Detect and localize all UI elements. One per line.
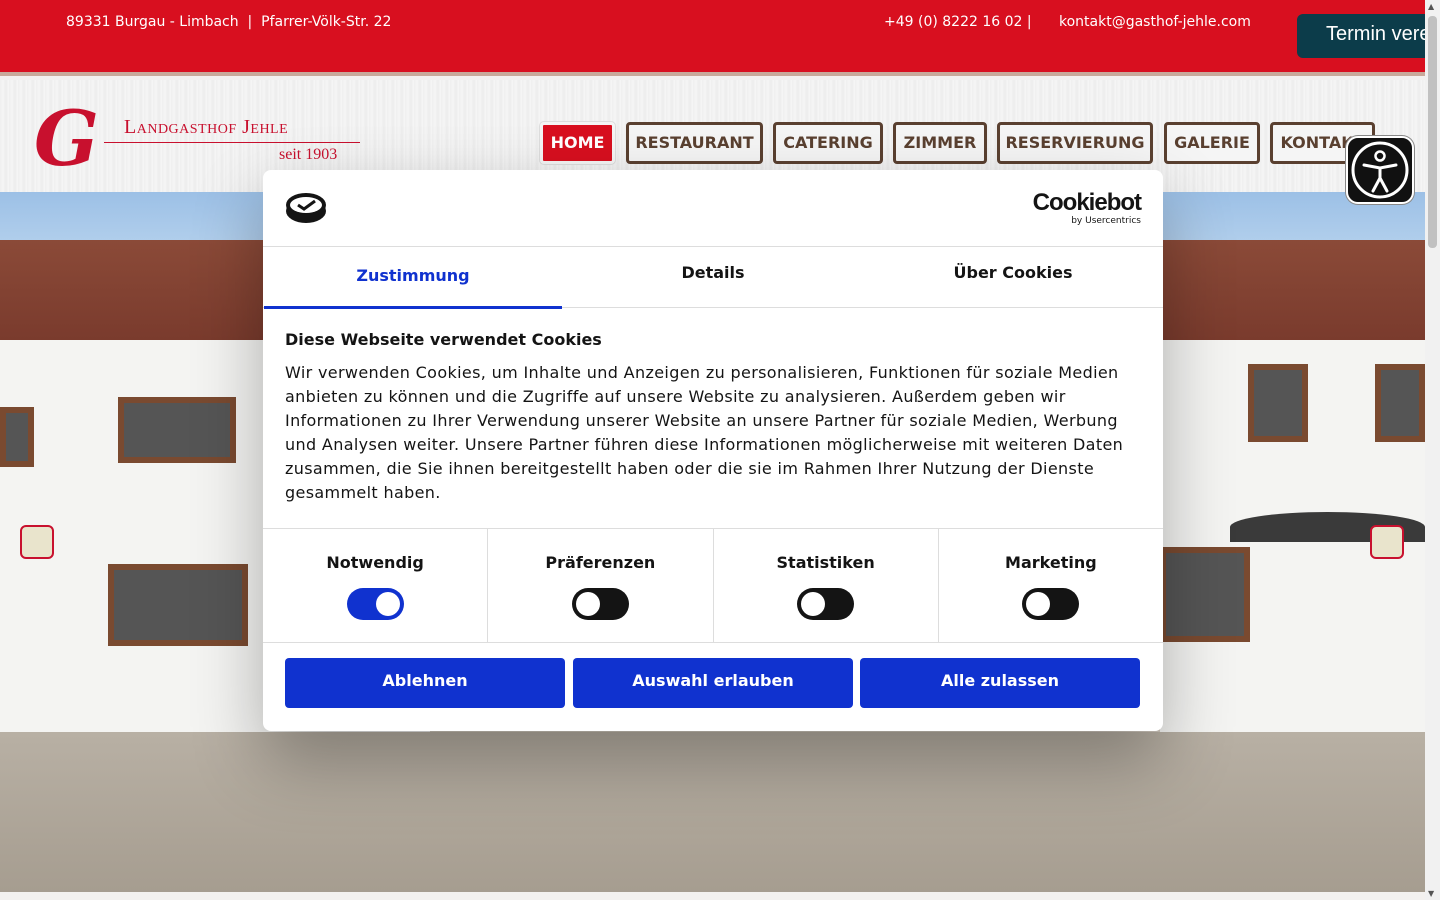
nav-home[interactable]: HOME <box>540 122 615 164</box>
category-statistiken: Statistiken <box>714 529 939 642</box>
hero-window <box>1375 364 1425 442</box>
nav-galerie[interactable]: GALERIE <box>1164 122 1260 164</box>
top-info-bar: 89331 Burgau - Limbach | Pfarrer-Völk-St… <box>0 0 1437 76</box>
cookiebot-logo-icon <box>286 193 326 223</box>
page-scrollbar[interactable]: ▲ ▼ <box>1425 0 1440 900</box>
cookie-categories: Notwendig Präferenzen Statistiken Market… <box>263 529 1163 643</box>
scrollbar-thumb[interactable] <box>1428 16 1437 248</box>
cookie-consent-dialog: Cookiebot by Usercentrics Zustimmung Det… <box>263 170 1163 731</box>
category-marketing: Marketing <box>939 529 1163 642</box>
slider-next-button[interactable] <box>1370 525 1404 559</box>
logo-since: seit 1903 <box>279 146 338 163</box>
category-label: Statistiken <box>776 553 875 572</box>
logo-name: Landgasthof Jehle <box>124 116 289 138</box>
email-link[interactable]: kontakt@gasthof-jehle.com <box>1059 14 1251 30</box>
tab-details[interactable]: Details <box>563 247 863 308</box>
hero-window <box>1160 547 1250 642</box>
cookie-tabs: Zustimmung Details Über Cookies <box>263 247 1163 309</box>
hero-roof-right <box>1160 240 1425 340</box>
toggle-knob <box>1026 592 1051 616</box>
cookie-dialog-header: Cookiebot by Usercentrics <box>263 170 1163 247</box>
toggle-knob <box>801 592 826 616</box>
statistiken-toggle[interactable] <box>797 588 855 620</box>
hero-window <box>118 397 236 463</box>
site-logo[interactable]: G Landgasthof Jehle seit 1903 <box>34 94 364 183</box>
nav-zimmer[interactable]: ZIMMER <box>893 122 987 164</box>
hero-ground <box>0 732 1425 892</box>
tab-label: Über Cookies <box>953 263 1073 282</box>
tab-label: Zustimmung <box>356 266 470 285</box>
cookie-heading: Diese Webseite verwendet Cookies <box>285 330 602 349</box>
category-label: Notwendig <box>326 553 424 572</box>
nav-reservierung[interactable]: RESERVIERUNG <box>997 122 1153 164</box>
brand-name: Cookiebot <box>1032 189 1142 216</box>
decline-button[interactable]: Ablehnen <box>285 658 565 708</box>
scroll-up-icon[interactable]: ▲ <box>1428 2 1434 11</box>
phone-link[interactable]: +49 (0) 8222 16 02 | <box>884 14 1032 30</box>
brand-subtitle: by Usercentrics <box>1071 216 1141 226</box>
cookie-actions: Ablehnen Auswahl erlauben Alle zulassen <box>263 643 1163 731</box>
category-label: Präferenzen <box>545 553 656 572</box>
cookiebot-brand[interactable]: Cookiebot by Usercentrics <box>1032 189 1142 227</box>
toggle-knob <box>375 592 400 616</box>
cookie-body: Diese Webseite verwendet Cookies Wir ver… <box>263 308 1163 529</box>
tab-label: Details <box>681 263 745 282</box>
category-label: Marketing <box>1005 553 1097 572</box>
praeferenzen-toggle[interactable] <box>571 588 629 620</box>
hero-window <box>1248 364 1308 442</box>
notwendig-toggle[interactable] <box>346 588 404 620</box>
tab-ueber-cookies[interactable]: Über Cookies <box>863 247 1163 308</box>
slider-prev-button[interactable] <box>20 525 54 559</box>
active-tab-indicator <box>264 306 562 309</box>
category-praeferenzen: Präferenzen <box>488 529 714 642</box>
accessibility-person-icon <box>1351 141 1409 199</box>
tab-zustimmung[interactable]: Zustimmung <box>263 247 563 309</box>
hero-window <box>0 407 34 467</box>
toggle-knob <box>575 592 600 616</box>
appointment-button[interactable]: Termin vere <box>1297 14 1437 58</box>
allow-selection-button[interactable]: Auswahl erlauben <box>573 658 853 708</box>
cookie-description: Wir verwenden Cookies, um Inhalte und An… <box>285 363 1124 502</box>
logo-monogram: G <box>34 94 99 183</box>
nav-restaurant[interactable]: RESTAURANT <box>626 122 763 164</box>
address-text: 89331 Burgau - Limbach | Pfarrer-Völk-St… <box>66 14 392 30</box>
category-notwendig: Notwendig <box>263 529 489 642</box>
marketing-toggle[interactable] <box>1022 588 1080 620</box>
logo-divider <box>104 142 360 143</box>
nav-catering[interactable]: CATERING <box>773 122 883 164</box>
hero-window <box>108 564 248 646</box>
accessibility-button[interactable] <box>1346 136 1414 204</box>
scroll-down-icon[interactable]: ▼ <box>1428 889 1434 898</box>
allow-all-button[interactable]: Alle zulassen <box>860 658 1140 708</box>
